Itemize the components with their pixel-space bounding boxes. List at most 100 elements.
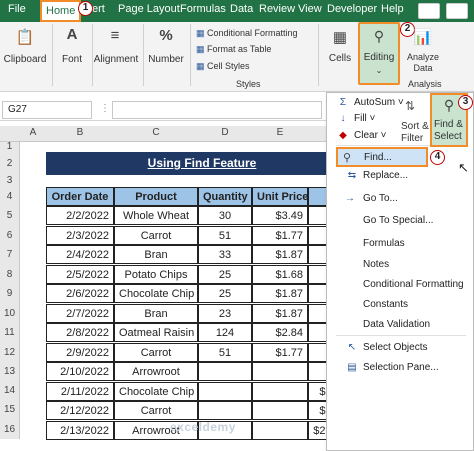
- tab-data[interactable]: Data: [230, 3, 253, 15]
- conditional-formatting-menu-button[interactable]: Conditional Formatting: [363, 279, 464, 290]
- table-cell[interactable]: Bran: [114, 245, 198, 264]
- table-cell[interactable]: 2/11/2022: [46, 381, 114, 401]
- column-header-c[interactable]: C: [114, 127, 198, 138]
- tab-page-layout[interactable]: Page Layout: [118, 3, 180, 15]
- table-cell[interactable]: 2/7/2022: [46, 303, 114, 323]
- selection-pane-button[interactable]: ▤ Selection Pane...: [336, 362, 438, 373]
- column-header-e[interactable]: E: [252, 127, 308, 138]
- table-header-cell[interactable]: Unit Price: [252, 187, 308, 206]
- table-cell[interactable]: Carrot: [114, 342, 198, 362]
- table-title[interactable]: Using Find Feature: [46, 152, 358, 175]
- alignment-label[interactable]: Alignment: [93, 54, 139, 65]
- table-cell[interactable]: $2.84: [252, 323, 308, 342]
- row-header[interactable]: 14: [0, 381, 20, 400]
- row-header[interactable]: 4: [0, 187, 20, 206]
- table-cell[interactable]: [252, 381, 308, 401]
- table-cell[interactable]: $1.68: [252, 264, 308, 284]
- table-cell[interactable]: Chocolate Chip: [114, 284, 198, 303]
- table-cell[interactable]: [198, 381, 252, 401]
- row-header[interactable]: 15: [0, 400, 20, 420]
- row-header[interactable]: 8: [0, 265, 20, 284]
- name-box-dropdown-icon[interactable]: ⋮: [100, 103, 110, 114]
- data-validation-button[interactable]: Data Validation: [363, 319, 430, 330]
- tab-file[interactable]: File: [8, 3, 26, 15]
- tab-home[interactable]: Home: [40, 0, 82, 22]
- table-cell[interactable]: $1.77: [252, 225, 308, 245]
- table-cell[interactable]: 30: [198, 206, 252, 225]
- conditional-formatting-button[interactable]: ▦ Conditional Formatting: [196, 28, 298, 39]
- table-cell[interactable]: 25: [198, 264, 252, 284]
- clipboard-icon[interactable]: 📋: [14, 28, 36, 46]
- table-cell[interactable]: 25: [198, 284, 252, 303]
- replace-button[interactable]: ⇆ Replace...: [345, 170, 408, 181]
- row-header[interactable]: 16: [0, 420, 20, 439]
- column-header-b[interactable]: B: [46, 127, 114, 138]
- row-header[interactable]: 10: [0, 304, 20, 323]
- formula-input[interactable]: [112, 101, 322, 119]
- table-cell[interactable]: 124: [198, 323, 252, 342]
- table-cell[interactable]: 2/12/2022: [46, 401, 114, 420]
- table-cell[interactable]: 2/5/2022: [46, 264, 114, 284]
- tab-review[interactable]: Review: [259, 3, 295, 15]
- table-cell[interactable]: 23: [198, 303, 252, 323]
- font-label[interactable]: Font: [57, 54, 87, 65]
- comments-icon[interactable]: [418, 3, 440, 19]
- table-cell[interactable]: $1.87: [252, 245, 308, 264]
- table-cell[interactable]: 2/2/2022: [46, 206, 114, 225]
- row-header[interactable]: 3: [0, 175, 20, 187]
- clear-button[interactable]: ◆ Clear ˅: [336, 130, 386, 141]
- table-cell[interactable]: Potato Chips: [114, 264, 198, 284]
- table-cell[interactable]: Oatmeal Raisin: [114, 323, 198, 342]
- clipboard-label[interactable]: Clipboard: [2, 54, 48, 65]
- row-header[interactable]: 12: [0, 343, 20, 362]
- number-label[interactable]: Number: [146, 54, 186, 65]
- row-header[interactable]: 13: [0, 362, 20, 381]
- row-header[interactable]: 7: [0, 245, 20, 265]
- row-header[interactable]: 1: [0, 142, 20, 152]
- name-box[interactable]: G27: [2, 101, 92, 119]
- analyze-data-label-2[interactable]: Data: [404, 63, 442, 73]
- table-cell[interactable]: Whole Wheat: [114, 206, 198, 225]
- autosum-button[interactable]: Σ AutoSum ˅: [336, 97, 404, 108]
- font-icon[interactable]: A: [62, 26, 82, 43]
- row-header[interactable]: 9: [0, 284, 20, 304]
- editing-button[interactable]: ⚲ Editing ⌄: [358, 22, 400, 85]
- row-header[interactable]: 6: [0, 226, 20, 245]
- constants-button[interactable]: Constants: [363, 299, 408, 310]
- table-header-cell[interactable]: Quantity: [198, 187, 252, 206]
- table-cell[interactable]: Arrowroot: [114, 362, 198, 381]
- tab-developer[interactable]: Developer: [327, 3, 377, 15]
- sort-filter-label-1[interactable]: Sort &: [401, 121, 429, 132]
- table-cell[interactable]: $1.87: [252, 303, 308, 323]
- fill-button[interactable]: ↓ Fill ˅: [336, 113, 376, 124]
- table-cell[interactable]: 2/8/2022: [46, 323, 114, 342]
- table-cell[interactable]: 2/6/2022: [46, 284, 114, 303]
- table-header-cell[interactable]: Order Date: [46, 187, 114, 206]
- select-objects-button[interactable]: ↖ Select Objects: [336, 342, 428, 353]
- go-to-special-button[interactable]: Go To Special...: [363, 215, 433, 226]
- table-cell[interactable]: 2/4/2022: [46, 245, 114, 264]
- table-cell[interactable]: Carrot: [114, 225, 198, 245]
- table-cell[interactable]: 2/13/2022: [46, 420, 114, 440]
- analyze-data-label-1[interactable]: Analyze: [404, 52, 442, 62]
- find-menu-item[interactable]: ⚲ Find...: [336, 147, 428, 167]
- cells-icon[interactable]: ▦: [328, 28, 352, 46]
- table-cell[interactable]: 51: [198, 225, 252, 245]
- formulas-button[interactable]: Formulas: [363, 238, 405, 249]
- table-cell[interactable]: Carrot: [114, 401, 198, 420]
- format-as-table-button[interactable]: ▦ Format as Table: [196, 44, 271, 55]
- notes-button[interactable]: Notes: [363, 259, 389, 270]
- table-header-cell[interactable]: Product: [114, 187, 198, 206]
- analyze-data-icon[interactable]: 📊: [410, 28, 436, 46]
- sort-filter-icon[interactable]: ⇅: [405, 99, 415, 113]
- table-cell[interactable]: 2/10/2022: [46, 362, 114, 381]
- tab-formulas[interactable]: Formulas: [180, 3, 226, 15]
- row-header[interactable]: 5: [0, 206, 20, 226]
- share-icon[interactable]: [446, 3, 468, 19]
- table-cell[interactable]: Bran: [114, 303, 198, 323]
- table-cell[interactable]: 2/9/2022: [46, 342, 114, 362]
- table-cell[interactable]: 33: [198, 245, 252, 264]
- row-header[interactable]: 11: [0, 323, 20, 343]
- table-cell[interactable]: $1.77: [252, 342, 308, 362]
- tab-view[interactable]: View: [298, 3, 322, 15]
